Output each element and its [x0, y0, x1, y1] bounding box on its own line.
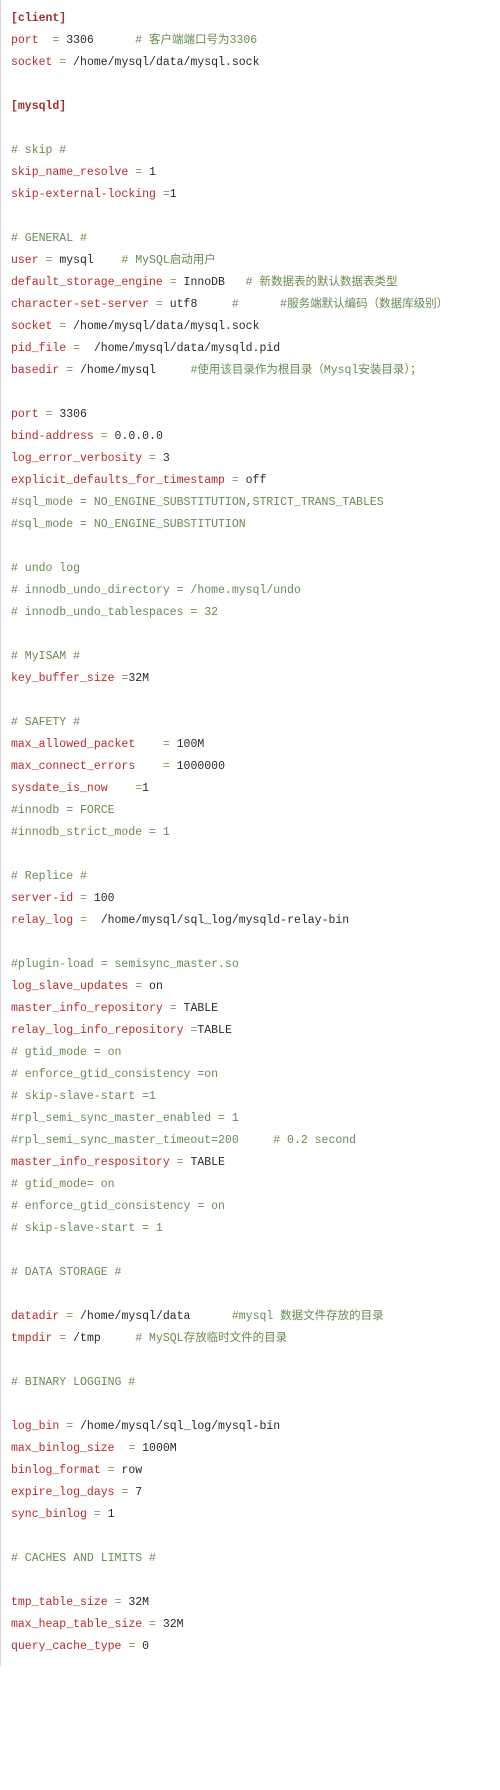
- key-bind-address: bind-address: [11, 430, 94, 443]
- comment: # skip #: [11, 144, 66, 157]
- key-key-buffer-size: key_buffer_size: [11, 672, 115, 685]
- key-basedir: basedir: [11, 364, 59, 377]
- comment: # innodb_undo_directory = /home.mysql/un…: [11, 584, 301, 597]
- key-tmpdir: tmpdir: [11, 1332, 52, 1345]
- comment: # GENERAL #: [11, 232, 87, 245]
- comment: # undo log: [11, 562, 80, 575]
- comment: #sql_mode = NO_ENGINE_SUBSTITUTION,STRIC…: [11, 496, 384, 509]
- key-sync-binlog: sync_binlog: [11, 1508, 87, 1521]
- key-pid-file: pid_file: [11, 342, 66, 355]
- comment: #plugin-load = semisync_master.so: [11, 958, 239, 971]
- key-expire-log-days: expire_log_days: [11, 1486, 115, 1499]
- section-mysqld: [mysqld]: [11, 100, 66, 113]
- key-sysdate-is-now: sysdate_is_now: [11, 782, 108, 795]
- key-default-storage-engine: default_storage_engine: [11, 276, 163, 289]
- key-port: port: [11, 34, 39, 47]
- key-max-heap-table-size: max_heap_table_size: [11, 1618, 142, 1631]
- comment: # BINARY LOGGING #: [11, 1376, 135, 1389]
- comment: # MySQL存放临时文件的目录: [101, 1332, 287, 1345]
- key-datadir: datadir: [11, 1310, 59, 1323]
- comment: # MySQL启动用户: [94, 254, 216, 267]
- comment: # 客户端端口号为3306: [94, 34, 257, 47]
- section-client: [client]: [11, 12, 66, 25]
- comment: # innodb_undo_tablespaces = 32: [11, 606, 218, 619]
- key-log-bin: log_bin: [11, 1420, 59, 1433]
- comment: # gtid_mode = on: [11, 1046, 121, 1059]
- comment: # enforce_gtid_consistency =on: [11, 1068, 218, 1081]
- comment: #mysql 数据文件存放的目录: [190, 1310, 383, 1323]
- key-master-info-repository: master_info_repository: [11, 1002, 163, 1015]
- comment: #innodb = FORCE: [11, 804, 115, 817]
- key-skip-name-resolve: skip_name_resolve: [11, 166, 128, 179]
- comment: # #服务端默认编码（数据库级别）: [197, 298, 448, 311]
- key-max-binlog-size: max_binlog_size: [11, 1442, 115, 1455]
- comment: #rpl_semi_sync_master_enabled = 1: [11, 1112, 239, 1125]
- key-query-cache-type: query_cache_type: [11, 1640, 121, 1653]
- key-socket: socket: [11, 56, 52, 69]
- key-socket: socket: [11, 320, 52, 333]
- comment: # gtid_mode= on: [11, 1178, 115, 1191]
- comment: # SAFETY #: [11, 716, 80, 729]
- key-user: user: [11, 254, 39, 267]
- key-character-set-server: character-set-server: [11, 298, 149, 311]
- comment: #innodb_strict_mode = 1: [11, 826, 170, 839]
- comment: # 新数据表的默认数据表类型: [225, 276, 398, 289]
- comment: # Replice #: [11, 870, 87, 883]
- key-relay-log-info-repository: relay_log_info_repository: [11, 1024, 184, 1037]
- config-file: [client] port = 3306 # 客户端端口号为3306 socke…: [0, 0, 500, 1666]
- comment: # enforce_gtid_consistency = on: [11, 1200, 225, 1213]
- comment: # skip-slave-start = 1: [11, 1222, 163, 1235]
- key-server-id: server-id: [11, 892, 73, 905]
- comment: #使用该目录作为根目录（Mysql安装目录）；: [156, 364, 422, 377]
- key-binlog-format: binlog_format: [11, 1464, 101, 1477]
- comment: #rpl_semi_sync_master_timeout=200 # 0.2 …: [11, 1134, 356, 1147]
- key-max-connect-errors: max_connect_errors: [11, 760, 135, 773]
- comment: # skip-slave-start =1: [11, 1090, 156, 1103]
- key-log-error-verbosity: log_error_verbosity: [11, 452, 142, 465]
- key-master-info-respository: master_info_respository: [11, 1156, 170, 1169]
- key-skip-external-locking: skip-external-locking: [11, 188, 156, 201]
- key-log-slave-updates: log_slave_updates: [11, 980, 128, 993]
- key-tmp-table-size: tmp_table_size: [11, 1596, 108, 1609]
- key-max-allowed-packet: max_allowed_packet: [11, 738, 135, 751]
- key-explicit-defaults-for-timestamp: explicit_defaults_for_timestamp: [11, 474, 225, 487]
- key-port: port: [11, 408, 39, 421]
- comment: # MyISAM #: [11, 650, 80, 663]
- key-relay-log: relay_log: [11, 914, 73, 927]
- comment: #sql_mode = NO_ENGINE_SUBSTITUTION: [11, 518, 246, 531]
- comment: # DATA STORAGE #: [11, 1266, 121, 1279]
- comment: # CACHES AND LIMITS #: [11, 1552, 156, 1565]
